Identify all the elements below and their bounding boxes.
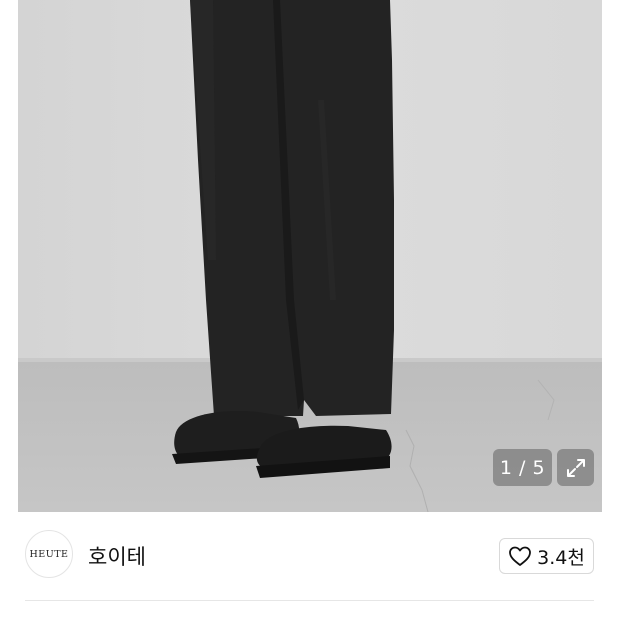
product-photo-image [18, 0, 602, 512]
image-counter-text: 1 / 5 [499, 456, 546, 479]
divider [25, 600, 594, 601]
heart-outline-icon [509, 546, 532, 566]
brand-row: HEUTE 호이테 3.4천 [0, 512, 620, 600]
like-count: 3.4천 [537, 546, 585, 569]
brand-name[interactable]: 호이테 [88, 541, 146, 571]
product-photo[interactable] [18, 0, 602, 512]
expand-icon [566, 458, 585, 477]
image-counter: 1 / 5 [493, 449, 552, 486]
expand-image-button[interactable] [557, 449, 594, 486]
like-button[interactable]: 3.4천 [499, 538, 594, 574]
brand-logo-text: HEUTE [29, 548, 69, 560]
brand-logo[interactable]: HEUTE [25, 530, 73, 578]
